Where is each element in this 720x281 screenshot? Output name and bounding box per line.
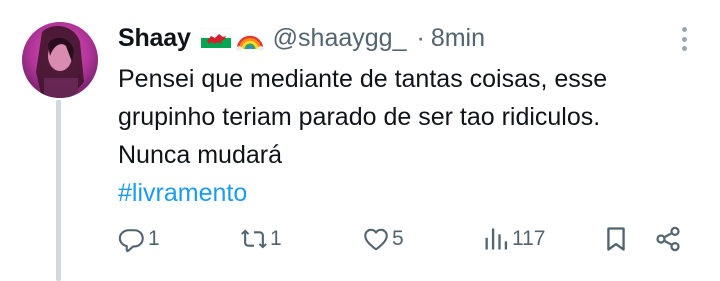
tweet-text: Pensei que mediante de tantas coisas, es… [118, 60, 698, 212]
retweet-count: 1 [270, 227, 282, 250]
share-button[interactable] [654, 222, 682, 256]
views-count: 117 [512, 227, 546, 250]
reply-button[interactable]: 1 [118, 222, 160, 256]
author-name[interactable]: Shaay [118, 24, 191, 53]
tweet-text-line: Pensei que mediante de tantas coisas, es… [118, 65, 608, 93]
tweet-text-line: grupinho teriam parado de ser tao ridicu… [118, 103, 601, 131]
separator-dot: · [416, 23, 425, 52]
rainbow-icon [235, 35, 265, 51]
views-button[interactable]: 117 [482, 222, 545, 256]
tweet-text-line: Nunca mudará [118, 141, 282, 169]
retweet-button[interactable]: 1 [240, 222, 282, 256]
avatar-image [22, 22, 98, 98]
timestamp[interactable]: 8min [431, 24, 485, 53]
like-count: 5 [392, 227, 404, 250]
like-button[interactable]: 5 [362, 222, 404, 256]
author-handle[interactable]: @shaaygg_ [273, 24, 407, 53]
wales-flag-icon [200, 28, 231, 48]
tweet-header: Shaay @shaaygg_ · 8min [118, 22, 485, 54]
heart-icon [364, 228, 388, 251]
hashtag-link[interactable]: #livramento [118, 174, 698, 212]
share-icon [656, 226, 680, 252]
name-emojis [200, 25, 265, 51]
more-dot-icon [681, 46, 687, 51]
more-options-button[interactable] [677, 24, 691, 54]
bookmark-icon [607, 227, 625, 251]
reply-icon [118, 229, 144, 253]
views-icon [485, 228, 508, 250]
avatar[interactable] [22, 22, 98, 98]
more-dot-icon [681, 27, 687, 32]
retweet-icon [241, 229, 267, 249]
reply-count: 1 [148, 227, 160, 250]
action-bar: 1 1 5 117 [118, 222, 688, 256]
more-dot-icon [681, 36, 687, 42]
thread-line [56, 100, 61, 281]
bookmark-button[interactable] [602, 222, 630, 256]
